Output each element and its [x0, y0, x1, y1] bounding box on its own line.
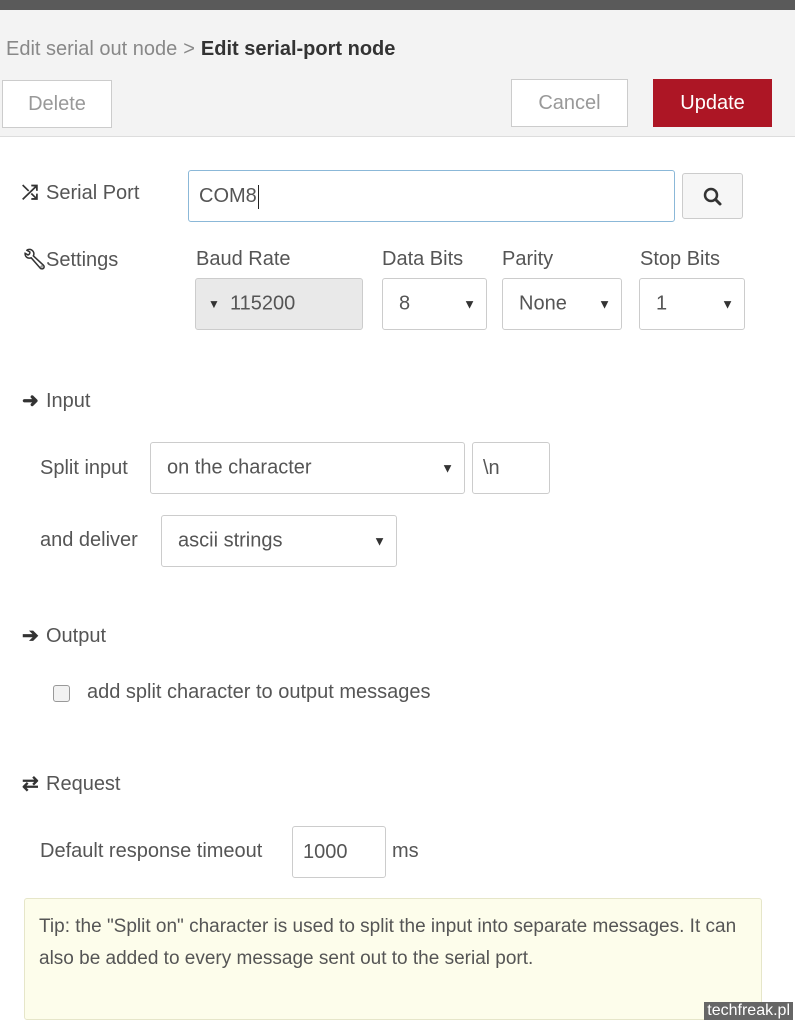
- delete-button[interactable]: Delete: [2, 80, 112, 128]
- split-input-select[interactable]: on the character ▼: [150, 442, 465, 494]
- breadcrumb-separator: >: [183, 38, 195, 60]
- deliver-value: ascii strings: [178, 529, 283, 552]
- cancel-button[interactable]: Cancel: [511, 79, 628, 127]
- window-top-bar: [0, 0, 795, 10]
- caret-down-icon[interactable]: ▼: [208, 297, 220, 311]
- dropdown-arrow-icon: ▼: [721, 296, 734, 312]
- deliver-select[interactable]: ascii strings ▼: [161, 515, 397, 567]
- split-input-label: Split input: [40, 457, 128, 479]
- action-toolbar: Delete Cancel Update: [0, 70, 795, 137]
- parity-select[interactable]: None ▼: [502, 278, 622, 330]
- data-bits-select[interactable]: 8 ▼: [382, 278, 487, 330]
- watermark: techfreak.pl: [704, 1002, 793, 1020]
- search-port-button[interactable]: [682, 173, 743, 219]
- stop-bits-value: 1: [656, 292, 668, 315]
- sign-out-icon: ➔: [22, 625, 39, 647]
- dropdown-arrow-icon: ▼: [373, 533, 386, 549]
- add-split-char-checkbox[interactable]: [53, 685, 70, 702]
- output-section-label: ➔ Output: [22, 625, 107, 647]
- dropdown-arrow-icon: ▼: [598, 296, 611, 312]
- sign-in-icon: ➜: [22, 390, 39, 412]
- breadcrumb-bar: Edit serial out node > Edit serial-port no…: [0, 10, 795, 70]
- breadcrumb-current: Edit serial-port node: [200, 38, 396, 60]
- update-button[interactable]: Update: [653, 79, 772, 127]
- timeout-unit: ms: [392, 840, 419, 862]
- search-icon: [703, 187, 722, 206]
- stop-bits-label: Stop Bits: [640, 248, 721, 270]
- data-bits-value: 8: [399, 292, 411, 315]
- split-input-value: on the character: [167, 456, 312, 479]
- parity-label: Parity: [502, 248, 554, 270]
- timeout-label: Default response timeout: [40, 840, 263, 862]
- stop-bits-select[interactable]: 1 ▼: [639, 278, 745, 330]
- dropdown-arrow-icon: ▼: [441, 460, 454, 476]
- shuffle-icon: ⤮: [22, 182, 38, 204]
- add-split-char-label[interactable]: add split character to output messages: [87, 681, 431, 704]
- data-bits-label: Data Bits: [382, 248, 464, 270]
- timeout-input[interactable]: 1000: [292, 826, 386, 878]
- text-caret: [257, 184, 259, 209]
- request-section-label: ⇄ Request: [22, 773, 121, 795]
- dropdown-arrow-icon: ▼: [463, 296, 476, 312]
- deliver-label: and deliver: [40, 529, 138, 551]
- breadcrumb-previous[interactable]: Edit serial out node: [6, 38, 177, 60]
- baud-rate-combobox[interactable]: ▼ 115200: [195, 278, 363, 330]
- parity-value: None: [519, 292, 567, 315]
- wrench-icon: 🔧︎: [22, 249, 48, 271]
- settings-label: 🔧︎Settings: [22, 249, 119, 271]
- input-section-label: ➜ Input: [22, 390, 91, 412]
- breadcrumb: Edit serial out node > Edit serial-port no…: [6, 38, 395, 61]
- serial-port-label: ⤮ Serial Port: [22, 182, 140, 204]
- tip-box: Tip: the "Split on" character is used to…: [24, 898, 762, 1020]
- exchange-icon: ⇄: [22, 773, 39, 795]
- baud-rate-label: Baud Rate: [196, 248, 291, 270]
- baud-rate-value[interactable]: 115200: [230, 293, 295, 316]
- split-character-input[interactable]: \n: [472, 442, 550, 494]
- serial-port-input[interactable]: COM8: [188, 170, 675, 222]
